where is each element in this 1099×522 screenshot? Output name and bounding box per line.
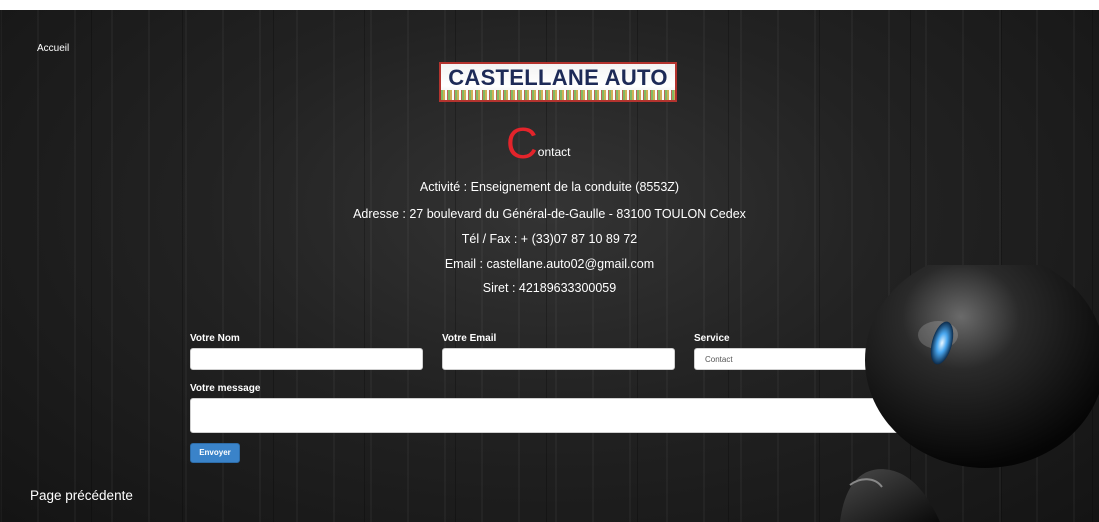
page-title-rest: ontact	[537, 145, 571, 159]
message-textarea[interactable]	[190, 398, 927, 433]
email-label: Votre Email	[442, 333, 497, 344]
message-label: Votre message	[190, 383, 261, 394]
back-link[interactable]: Page précédente	[30, 488, 133, 503]
name-field[interactable]	[190, 348, 423, 370]
send-button[interactable]: Envoyer	[190, 443, 240, 463]
robot-head	[865, 265, 1099, 468]
page-title-initial: C	[506, 119, 538, 168]
phone-text: Tél / Fax : + (33)07 87 10 89 72	[461, 232, 638, 246]
logo: CASTELLANE AUTO	[439, 62, 677, 102]
robot-hand	[840, 469, 940, 522]
page-title: Contact	[506, 122, 570, 166]
address-text: Adresse : 27 boulevard du Général-de-Gau…	[353, 207, 746, 221]
name-label: Votre Nom	[190, 333, 240, 344]
activity-text: Activité : Enseignement de la conduite (…	[419, 180, 680, 194]
service-selected-value: Contact	[705, 355, 733, 364]
logo-text: CASTELLANE AUTO	[448, 65, 668, 90]
logo-grass-decoration	[441, 90, 675, 100]
wood-background: Accueil CASTELLANE AUTO Contact Activité…	[0, 0, 1099, 522]
home-link[interactable]: Accueil	[37, 43, 69, 54]
top-band	[0, 0, 1099, 10]
service-label: Service	[694, 333, 730, 344]
robot-illustration	[840, 265, 1099, 522]
email-field[interactable]	[442, 348, 675, 370]
